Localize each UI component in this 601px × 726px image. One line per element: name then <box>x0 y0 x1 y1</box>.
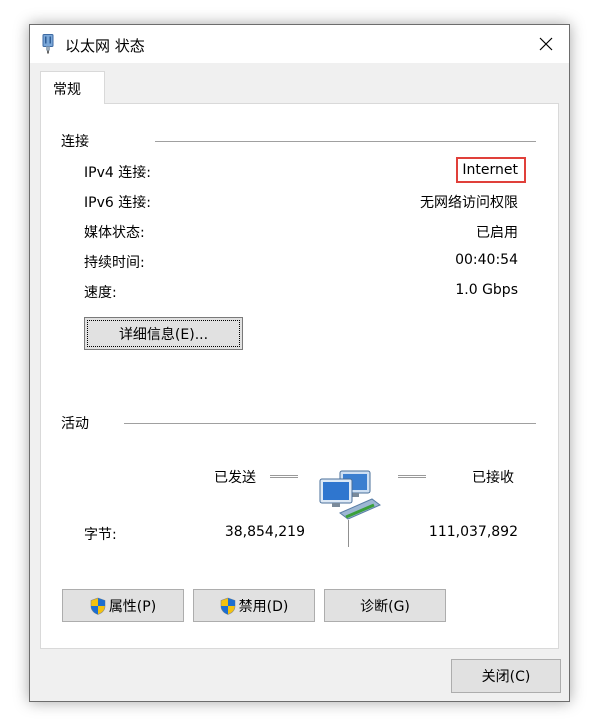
window-title: 以太网 状态 <box>65 37 145 55</box>
bytes-sent-value: 38,854,219 <box>224 524 305 540</box>
diagnose-button[interactable]: 诊断(G) <box>324 589 446 622</box>
media-state-label: 媒体状态: <box>84 225 145 241</box>
details-button-label: 详细信息(E)... <box>118 326 209 343</box>
bytes-received-value: 111,037,892 <box>428 524 518 540</box>
ipv4-label: IPv4 连接: <box>84 165 151 181</box>
tab-general-label: 常规 <box>53 82 81 98</box>
ipv4-highlight-box <box>456 157 526 183</box>
received-line <box>398 475 426 478</box>
activity-section-title: 活动 <box>61 416 89 432</box>
received-label: 已接收 <box>472 470 514 486</box>
disable-button[interactable]: 禁用(D) <box>193 589 315 622</box>
bytes-label: 字节: <box>84 527 117 543</box>
ethernet-status-dialog: 以太网 状态 常规 连接 IPv4 连接: Internet IPv6 连接: … <box>29 24 570 702</box>
uac-shield-icon <box>220 597 235 615</box>
properties-button-label: 属性(P) <box>108 598 157 615</box>
details-button[interactable]: 详细信息(E)... <box>84 317 243 350</box>
diagnose-button-label: 诊断(G) <box>360 598 410 615</box>
media-state-value: 已启用 <box>476 225 518 241</box>
tab-general[interactable]: 常规 <box>40 71 105 104</box>
properties-button[interactable]: 属性(P) <box>62 589 184 622</box>
close-window-button[interactable] <box>523 25 569 63</box>
network-adapter-icon <box>42 34 54 54</box>
sent-label: 已发送 <box>214 470 256 486</box>
title-bar: 以太网 状态 <box>30 25 569 63</box>
close-button-label: 关闭(C) <box>481 669 531 685</box>
sent-line <box>270 475 298 478</box>
disable-button-label: 禁用(D) <box>238 598 289 615</box>
ipv6-label: IPv6 连接: <box>84 195 151 211</box>
close-icon <box>539 37 553 51</box>
speed-value: 1.0 Gbps <box>455 282 518 298</box>
uac-shield-icon <box>90 597 106 615</box>
connection-divider <box>155 141 536 142</box>
ipv6-value: 无网络访问权限 <box>420 195 518 211</box>
speed-label: 速度: <box>84 285 117 301</box>
connection-section-title: 连接 <box>61 134 89 150</box>
activity-divider <box>124 423 536 424</box>
general-tab-panel: 连接 IPv4 连接: Internet IPv6 连接: 无网络访问权限 媒体… <box>40 103 559 649</box>
duration-label: 持续时间: <box>84 255 145 271</box>
duration-value: 00:40:54 <box>455 252 518 268</box>
bytes-divider <box>348 520 349 547</box>
close-button[interactable]: 关闭(C) <box>451 659 561 693</box>
network-computers-icon <box>319 470 381 520</box>
